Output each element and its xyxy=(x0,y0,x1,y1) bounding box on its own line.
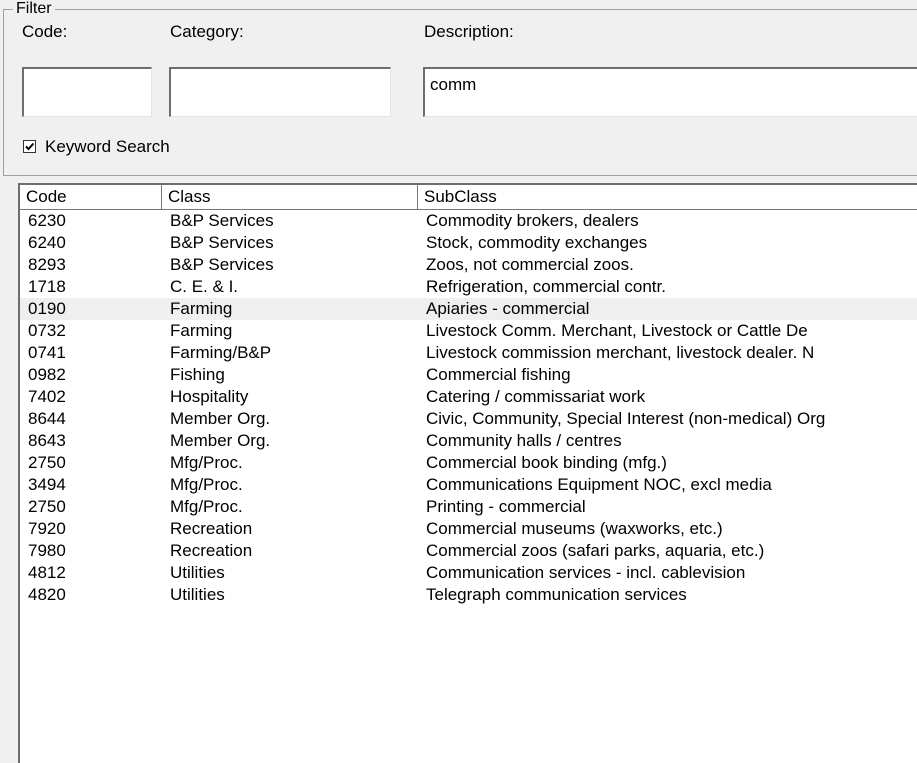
cell-code: 4820 xyxy=(28,585,66,604)
cell-code: 3494 xyxy=(28,475,66,494)
table-row[interactable]: 0741 Farming/B&P Livestock commission merc… xyxy=(20,342,917,364)
cell-code: 0732 xyxy=(28,321,66,340)
cell-code: 2750 xyxy=(28,453,66,472)
cell-code: 4812 xyxy=(28,563,66,582)
code-label: Code: xyxy=(22,22,68,41)
checkmark-icon xyxy=(25,142,35,151)
cell-subclass: Refrigeration, commercial contr. xyxy=(426,277,666,296)
column-header-code[interactable]: Code xyxy=(20,185,162,210)
category-input[interactable] xyxy=(169,67,391,117)
cell-code: 0982 xyxy=(28,365,66,384)
cell-class: Member Org. xyxy=(170,431,271,450)
table-row[interactable]: 8644 Member Org. Civic, Community, Special… xyxy=(20,408,917,430)
table-row[interactable]: 4812 Utilities Communication services - in… xyxy=(20,562,917,584)
results-listview[interactable]: Code Class SubClass 6230 B&P Services Comm… xyxy=(18,183,917,763)
description-input[interactable]: comm xyxy=(423,67,917,117)
filter-group-label: Filter xyxy=(13,1,55,17)
table-row[interactable]: 7920 Recreation Commercial museums (waxwor… xyxy=(20,518,917,540)
cell-subclass: Commercial zoos (safari parks, aquaria, … xyxy=(426,541,765,560)
cell-subclass: Apiaries - commercial xyxy=(426,299,590,318)
cell-code: 0741 xyxy=(28,343,66,362)
cell-code: 2750 xyxy=(28,497,66,516)
cell-class: B&P Services xyxy=(170,211,274,230)
cell-code: 0190 xyxy=(28,299,66,318)
cell-class: Mfg/Proc. xyxy=(170,475,243,494)
table-row[interactable]: 0982 Fishing Commercial fishing xyxy=(20,364,917,386)
cell-code: 1718 xyxy=(28,277,66,296)
table-row[interactable]: 7402 Hospitality Catering / commissariat w… xyxy=(20,386,917,408)
cell-class: Farming/B&P xyxy=(170,343,272,362)
cell-class: B&P Services xyxy=(170,255,274,274)
cell-subclass: Catering / commissariat work xyxy=(426,387,646,406)
cell-class: Recreation xyxy=(170,519,253,538)
table-row[interactable]: 3494 Mfg/Proc. Communications Equipment NO… xyxy=(20,474,917,496)
table-row[interactable]: 7980 Recreation Commercial zoos (safari pa… xyxy=(20,540,917,562)
cell-class: Mfg/Proc. xyxy=(170,497,243,516)
column-header-class[interactable]: Class xyxy=(162,185,418,210)
table-row[interactable]: 2750 Mfg/Proc. Commercial book binding (mf… xyxy=(20,452,917,474)
cell-subclass: Printing - commercial xyxy=(426,497,586,516)
cell-code: 6230 xyxy=(28,211,66,230)
cell-class: Mfg/Proc. xyxy=(170,453,243,472)
cell-class: B&P Services xyxy=(170,233,274,252)
cell-class: Utilities xyxy=(170,585,225,604)
cell-class: Hospitality xyxy=(170,387,249,406)
cell-subclass: Commercial book binding (mfg.) xyxy=(426,453,667,472)
cell-code: 8643 xyxy=(28,431,66,450)
cell-code: 7402 xyxy=(28,387,66,406)
list-header: Code Class SubClass xyxy=(20,185,917,210)
cell-class: Farming xyxy=(170,299,233,318)
cell-class: Farming xyxy=(170,321,233,340)
keyword-search-checkbox[interactable] xyxy=(23,140,36,153)
cell-class: C. E. & I. xyxy=(170,277,239,296)
cell-subclass: Civic, Community, Special Interest (non-… xyxy=(426,409,826,428)
keyword-search-label[interactable]: Keyword Search xyxy=(45,137,170,157)
cell-code: 8644 xyxy=(28,409,66,428)
cell-code: 7920 xyxy=(28,519,66,538)
cell-subclass: Zoos, not commercial zoos. xyxy=(426,255,634,274)
cell-subclass: Community halls / centres xyxy=(426,431,622,450)
cell-subclass: Commercial fishing xyxy=(426,365,571,384)
code-input[interactable] xyxy=(22,67,152,117)
table-row[interactable]: 4820 Utilities Telegraph communication ser… xyxy=(20,584,917,606)
cell-class: Fishing xyxy=(170,365,225,384)
cell-class: Recreation xyxy=(170,541,253,560)
table-row[interactable]: 0732 Farming Livestock Comm. Merchant, Liv… xyxy=(20,320,917,342)
table-row[interactable]: 8643 Member Org. Community halls / centres xyxy=(20,430,917,452)
cell-subclass: Livestock Comm. Merchant, Livestock or C… xyxy=(426,321,808,340)
cell-code: 8293 xyxy=(28,255,66,274)
table-row[interactable]: 8293 B&P Services Zoos, not commercial zoo… xyxy=(20,254,917,276)
cell-subclass: Communication services - incl. cablevisi… xyxy=(426,563,746,582)
cell-subclass: Stock, commodity exchanges xyxy=(426,233,648,252)
table-row[interactable]: 6230 B&P Services Commodity brokers, deale… xyxy=(20,210,917,232)
cell-subclass: Livestock commission merchant, livestock… xyxy=(426,343,815,362)
cell-subclass: Communications Equipment NOC, excl media xyxy=(426,475,772,494)
cell-class: Member Org. xyxy=(170,409,271,428)
cell-code: 7980 xyxy=(28,541,66,560)
cell-code: 6240 xyxy=(28,233,66,252)
cell-subclass: Telegraph communication services xyxy=(426,585,687,604)
table-row[interactable]: 2750 Mfg/Proc. Printing - commercial xyxy=(20,496,917,518)
category-label: Category: xyxy=(170,22,244,41)
cell-subclass: Commercial museums (waxworks, etc.) xyxy=(426,519,723,538)
table-row[interactable]: 6240 B&P Services Stock, commodity exchang… xyxy=(20,232,917,254)
table-row[interactable]: 0190 Farming Apiaries - commercial xyxy=(20,298,917,320)
cell-subclass: Commodity brokers, dealers xyxy=(426,211,639,230)
cell-class: Utilities xyxy=(170,563,225,582)
table-row[interactable]: 1718 C. E. & I. Refrigeration, commercial … xyxy=(20,276,917,298)
description-label: Description: xyxy=(424,22,514,41)
column-header-subclass[interactable]: SubClass xyxy=(418,185,917,210)
